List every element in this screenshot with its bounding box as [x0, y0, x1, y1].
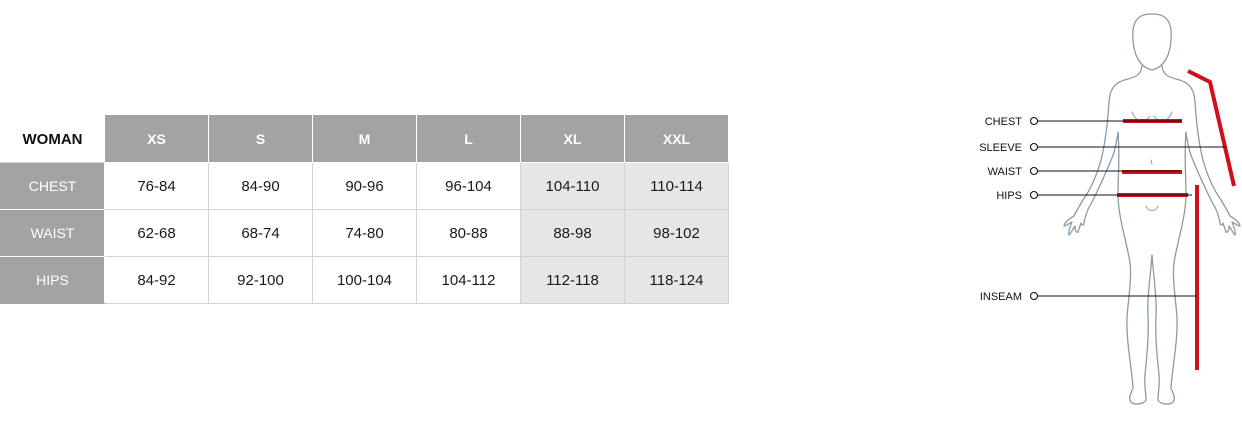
body-figure-icon [1063, 13, 1241, 405]
table-cell: 88-98 [520, 209, 625, 257]
gender-header: WOMAN [0, 115, 105, 163]
size-header: XS [104, 115, 209, 163]
size-header: XL [520, 115, 625, 163]
table-cell: 84-90 [208, 162, 313, 210]
label-sleeve: SLEEVE [979, 142, 1022, 154]
row-label-hips: HIPS [0, 256, 105, 304]
table-cell: 118-124 [624, 256, 729, 304]
size-header: L [416, 115, 521, 163]
measurement-markers [1117, 69, 1236, 370]
table-cell: 90-96 [312, 162, 417, 210]
table-cell: 76-84 [104, 162, 209, 210]
row-label-waist: WAIST [0, 209, 105, 257]
table-cell: 104-112 [416, 256, 521, 304]
size-chart-table: WOMAN XS S M L XL XXL CHEST 76-84 84-90 … [0, 115, 729, 304]
body-measurement-diagram: CHEST SLEEVE WAIST HIPS INSEAM [979, 13, 1241, 405]
label-inseam: INSEAM [980, 291, 1022, 303]
table-row: HIPS 84-92 92-100 100-104 104-112 112-11… [0, 256, 729, 304]
size-header: S [208, 115, 313, 163]
table-cell: 98-102 [624, 209, 729, 257]
table-cell: 74-80 [312, 209, 417, 257]
table-cell: 104-110 [520, 162, 625, 210]
label-hips: HIPS [996, 190, 1022, 202]
table-cell: 112-118 [520, 256, 625, 304]
table-header-row: WOMAN XS S M L XL XXL [0, 115, 729, 163]
row-label-chest: CHEST [0, 162, 105, 210]
table-cell: 96-104 [416, 162, 521, 210]
table-cell: 84-92 [104, 256, 209, 304]
label-waist: WAIST [988, 166, 1023, 178]
table-cell: 62-68 [104, 209, 209, 257]
label-chest: CHEST [985, 116, 1023, 128]
table-cell: 80-88 [416, 209, 521, 257]
size-header: M [312, 115, 417, 163]
table-cell: 100-104 [312, 256, 417, 304]
table-row: WAIST 62-68 68-74 74-80 80-88 88-98 98-1… [0, 209, 729, 257]
table-cell: 68-74 [208, 209, 313, 257]
table-cell: 92-100 [208, 256, 313, 304]
table-cell: 110-114 [624, 162, 729, 210]
size-header: XXL [624, 115, 729, 163]
table-row: CHEST 76-84 84-90 90-96 96-104 104-110 1… [0, 162, 729, 210]
